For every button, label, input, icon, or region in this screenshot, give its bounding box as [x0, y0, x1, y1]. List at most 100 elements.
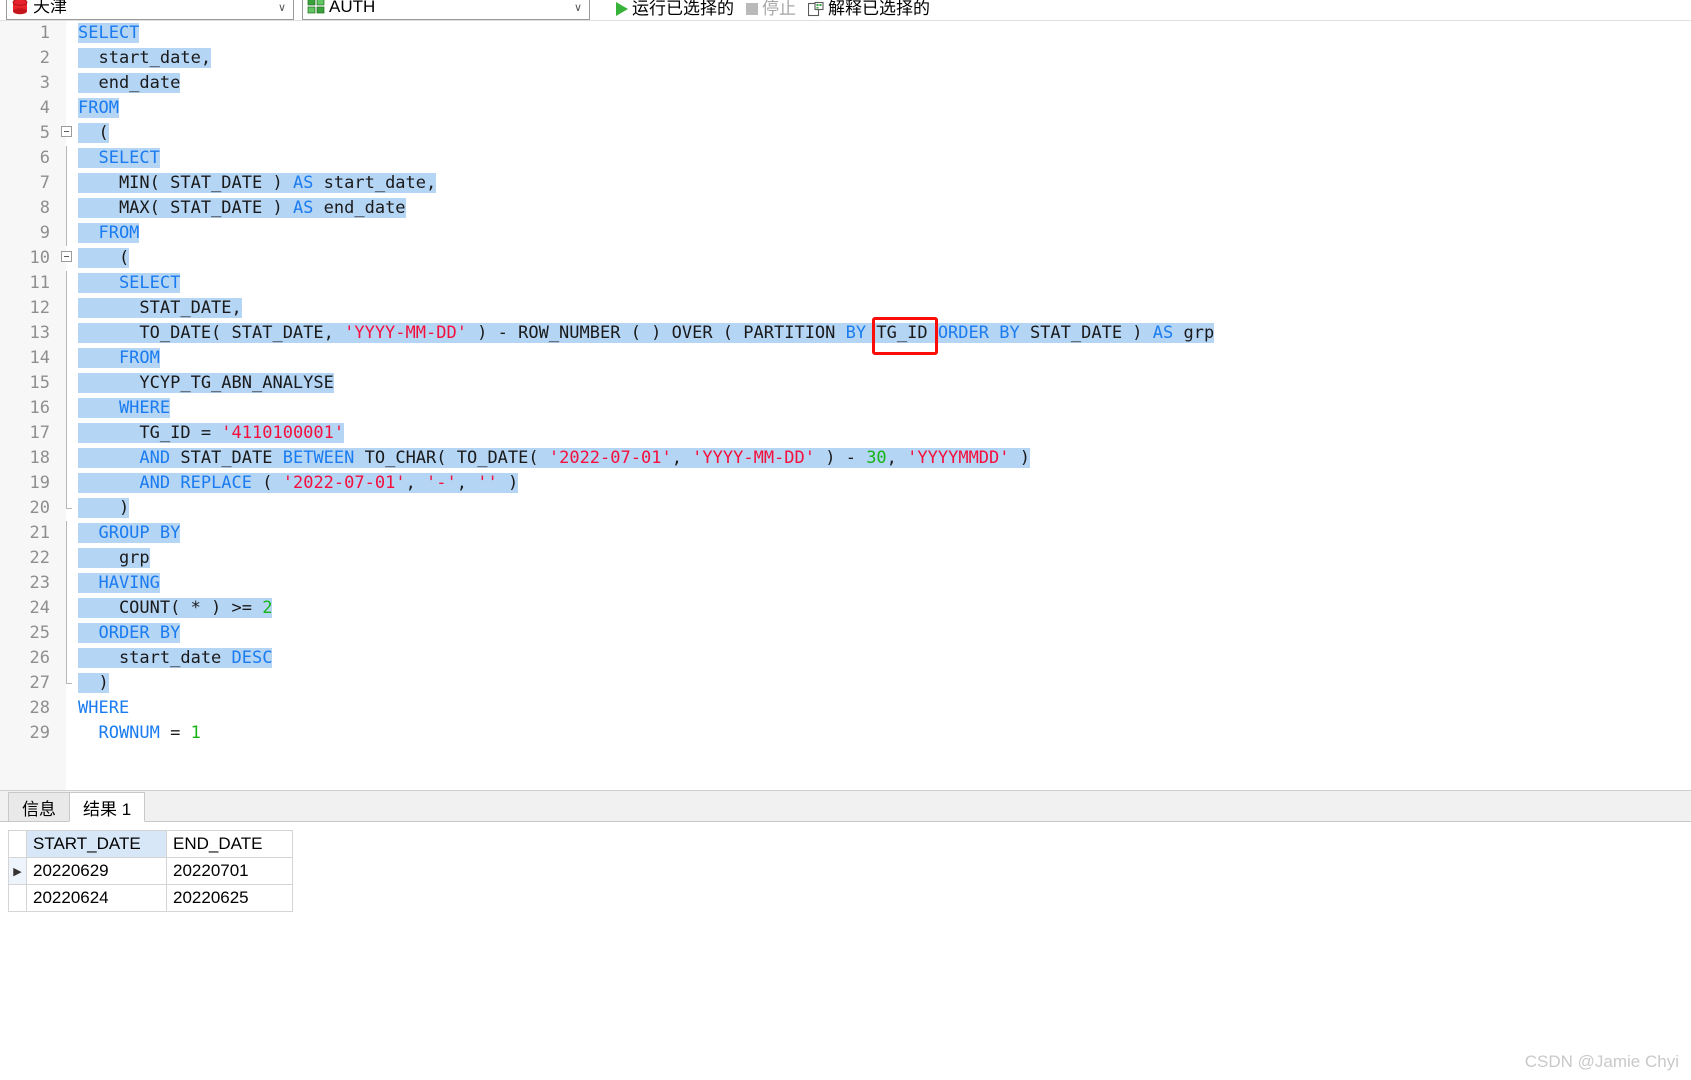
- column-header-end-date[interactable]: END_DATE: [166, 830, 293, 858]
- cell-end-date[interactable]: 20220701: [166, 857, 293, 885]
- code-line[interactable]: 10 (: [0, 246, 1691, 271]
- table-row[interactable]: 20220624 20220625: [8, 884, 293, 912]
- toolbar: 天津 ∨ AUTH ∨ 运行已选择的 停止 解释已选择的: [0, 0, 1691, 21]
- fold-cell[interactable]: [58, 696, 78, 721]
- code-line[interactable]: 22 grp: [0, 546, 1691, 571]
- code-text: SELECT: [78, 148, 160, 168]
- line-number: 20: [29, 498, 50, 518]
- fold-guide-line: [66, 196, 67, 221]
- fold-cell[interactable]: [58, 196, 78, 221]
- line-number: 23: [29, 573, 50, 593]
- fold-collapse-icon[interactable]: [61, 126, 72, 137]
- code-line[interactable]: 19 AND REPLACE ( '2022-07-01', '-', '' ): [0, 471, 1691, 496]
- row-marker[interactable]: [8, 884, 27, 912]
- code-content[interactable]: 1 SELECT 2 start_date, 3 end_date 4 FROM 5…: [0, 21, 1691, 791]
- cell-end-date[interactable]: 20220625: [166, 884, 293, 912]
- fold-cell[interactable]: [58, 721, 78, 746]
- code-line[interactable]: 28 WHERE: [0, 696, 1691, 721]
- fold-cell[interactable]: [58, 421, 78, 446]
- stop-icon: [746, 3, 758, 15]
- cell-start-date[interactable]: 20220629: [26, 857, 167, 885]
- fold-cell[interactable]: [58, 21, 78, 46]
- fold-cell[interactable]: [58, 546, 78, 571]
- schema-label: AUTH: [329, 0, 376, 16]
- code-line[interactable]: 3 end_date: [0, 71, 1691, 96]
- fold-cell[interactable]: [58, 646, 78, 671]
- line-number: 15: [29, 373, 50, 393]
- code-line[interactable]: 29 ROWNUM = 1: [0, 721, 1691, 746]
- fold-guide-line: [66, 471, 67, 496]
- result-grid[interactable]: START_DATE END_DATE ▶ 20220629 20220701 …: [8, 830, 293, 912]
- table-row[interactable]: ▶ 20220629 20220701: [8, 857, 293, 885]
- sql-editor[interactable]: 1 SELECT 2 start_date, 3 end_date 4 FROM 5…: [0, 21, 1691, 791]
- fold-cell[interactable]: [58, 496, 78, 521]
- code-line[interactable]: 5 (: [0, 121, 1691, 146]
- code-line[interactable]: 2 start_date,: [0, 46, 1691, 71]
- fold-cell[interactable]: [58, 271, 78, 296]
- explain-selected-button[interactable]: 解释已选择的: [804, 0, 934, 20]
- fold-cell[interactable]: [58, 121, 78, 146]
- fold-cell[interactable]: [58, 71, 78, 96]
- code-line[interactable]: 24 COUNT( * ) >= 2: [0, 596, 1691, 621]
- code-line[interactable]: 12 STAT_DATE,: [0, 296, 1691, 321]
- run-selected-button[interactable]: 运行已选择的: [612, 0, 738, 20]
- fold-cell[interactable]: [58, 446, 78, 471]
- code-line[interactable]: 16 WHERE: [0, 396, 1691, 421]
- fold-cell[interactable]: [58, 621, 78, 646]
- fold-collapse-icon[interactable]: [61, 251, 72, 262]
- code-line[interactable]: 14 FROM: [0, 346, 1691, 371]
- code-line[interactable]: 6 SELECT: [0, 146, 1691, 171]
- fold-cell[interactable]: [58, 596, 78, 621]
- code-line[interactable]: 8 MAX( STAT_DATE ) AS end_date: [0, 196, 1691, 221]
- column-header-start-date[interactable]: START_DATE: [26, 830, 167, 858]
- code-line[interactable]: 7 MIN( STAT_DATE ) AS start_date,: [0, 171, 1691, 196]
- connection-combobox[interactable]: 天津 ∨: [6, 0, 294, 20]
- fold-cell[interactable]: [58, 671, 78, 696]
- fold-cell[interactable]: [58, 221, 78, 246]
- fold-cell[interactable]: [58, 296, 78, 321]
- line-number: 28: [29, 698, 50, 718]
- fold-cell[interactable]: [58, 146, 78, 171]
- tab-info[interactable]: 信息: [8, 792, 70, 821]
- code-line[interactable]: 1 SELECT: [0, 21, 1691, 46]
- chevron-down-icon-schema[interactable]: ∨: [571, 1, 585, 14]
- code-text: WHERE: [78, 398, 171, 418]
- code-line-13[interactable]: 13 TO_DATE( STAT_DATE, 'YYYY-MM-DD' ) - …: [0, 321, 1691, 346]
- fold-cell[interactable]: [58, 471, 78, 496]
- code-line[interactable]: 9 FROM: [0, 221, 1691, 246]
- code-line[interactable]: 4 FROM: [0, 96, 1691, 121]
- line-number: 13: [29, 323, 50, 343]
- code-line[interactable]: 21 GROUP BY: [0, 521, 1691, 546]
- code-line[interactable]: 23 HAVING: [0, 571, 1691, 596]
- fold-cell[interactable]: [58, 371, 78, 396]
- fold-cell[interactable]: [58, 571, 78, 596]
- code-line[interactable]: 25 ORDER BY: [0, 621, 1691, 646]
- fold-cell[interactable]: [58, 96, 78, 121]
- code-line[interactable]: 26 start_date DESC: [0, 646, 1691, 671]
- fold-cell[interactable]: [58, 246, 78, 271]
- fold-cell[interactable]: [58, 321, 78, 346]
- fold-guide-line: [66, 371, 67, 396]
- fold-cell[interactable]: [58, 396, 78, 421]
- fold-cell[interactable]: [58, 171, 78, 196]
- database-red-icon: [12, 0, 28, 15]
- line-number: 2: [39, 48, 50, 68]
- chevron-down-icon[interactable]: ∨: [275, 1, 289, 14]
- fold-cell[interactable]: [58, 46, 78, 71]
- stop-button[interactable]: 停止: [742, 0, 800, 20]
- code-line[interactable]: 18 AND STAT_DATE BETWEEN TO_CHAR( TO_DAT…: [0, 446, 1691, 471]
- row-marker[interactable]: ▶: [8, 857, 27, 885]
- code-line[interactable]: 15 YCYP_TG_ABN_ANALYSE: [0, 371, 1691, 396]
- code-line[interactable]: 17 TG_ID = '4110100001': [0, 421, 1691, 446]
- code-text: SELECT: [78, 273, 181, 293]
- code-line[interactable]: 11 SELECT: [0, 271, 1691, 296]
- fold-cell[interactable]: [58, 521, 78, 546]
- fold-cell[interactable]: [58, 346, 78, 371]
- fold-guide-line: [66, 346, 67, 371]
- code-line[interactable]: 20 ): [0, 496, 1691, 521]
- schema-combobox[interactable]: AUTH ∨: [302, 0, 590, 20]
- code-text: GROUP BY: [78, 523, 181, 543]
- tab-result-1[interactable]: 结果 1: [69, 792, 146, 822]
- cell-start-date[interactable]: 20220624: [26, 884, 167, 912]
- code-line[interactable]: 27 ): [0, 671, 1691, 696]
